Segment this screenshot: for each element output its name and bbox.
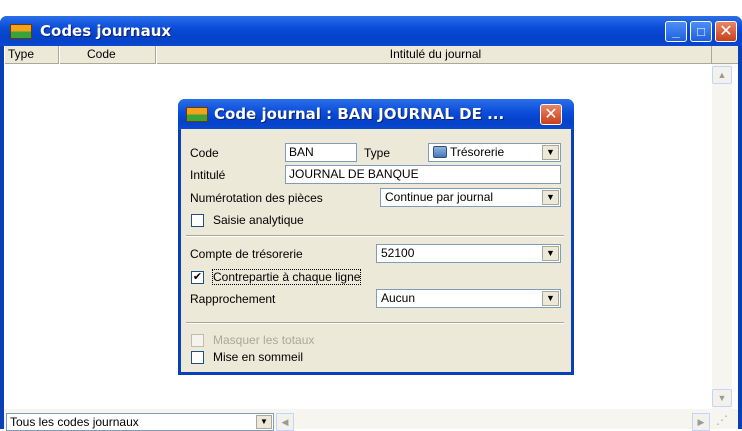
- numerotation-value: Continue par journal: [385, 190, 494, 204]
- compte-tresorerie-value: 52100: [381, 246, 415, 260]
- scroll-right-button[interactable]: ▶: [692, 413, 710, 431]
- column-header-code[interactable]: Code: [59, 46, 156, 64]
- app-icon: [10, 24, 32, 39]
- code-label: Code: [190, 146, 219, 160]
- footer-bar: Tous les codes journaux ▼ ◀ ▶ ⋰: [4, 409, 738, 431]
- type-select[interactable]: Trésorerie ▼: [428, 143, 561, 162]
- chevron-down-icon[interactable]: ▼: [542, 145, 559, 160]
- contrepartie-checkbox[interactable]: ✔: [191, 271, 204, 284]
- numerotation-label: Numérotation des pièces: [190, 191, 323, 205]
- resize-grip-icon[interactable]: ⋰: [716, 413, 734, 431]
- column-header-type[interactable]: Type: [4, 46, 59, 64]
- compte-tresorerie-select[interactable]: 52100 ▼: [376, 244, 561, 263]
- minimize-button[interactable]: _: [665, 21, 687, 42]
- dialog-close-button[interactable]: ✕: [540, 104, 562, 125]
- list-header: Type Code Intitulé du journal: [4, 46, 738, 64]
- separator: [186, 235, 564, 237]
- chevron-down-icon[interactable]: ▼: [256, 415, 272, 429]
- chevron-down-icon[interactable]: ▼: [542, 291, 559, 306]
- rapprochement-value: Aucun: [381, 291, 416, 305]
- dialog-titlebar[interactable]: Code journal : BAN JOURNAL DE ... ✕: [178, 99, 574, 129]
- separator: [186, 322, 564, 324]
- vertical-scrollbar[interactable]: ▲ ▼: [712, 64, 732, 409]
- close-button[interactable]: ✕: [715, 21, 737, 42]
- treasury-icon: [433, 146, 447, 158]
- dialog-title: Code journal : BAN JOURNAL DE ...: [214, 105, 505, 123]
- dialog-body: Code BAN Type Trésorerie ▼ Intitulé JOUR…: [181, 129, 571, 372]
- saisie-analytique-label[interactable]: Saisie analytique: [213, 213, 304, 227]
- scroll-down-button[interactable]: ▼: [712, 389, 732, 407]
- maximize-button[interactable]: □: [690, 21, 712, 42]
- code-journal-dialog: Code journal : BAN JOURNAL DE ... ✕ Code…: [178, 99, 574, 375]
- type-label: Type: [364, 146, 391, 160]
- chevron-down-icon[interactable]: ▼: [542, 190, 559, 205]
- type-select-content: Trésorerie: [433, 145, 504, 159]
- type-value: Trésorerie: [450, 145, 505, 159]
- mise-en-sommeil-label[interactable]: Mise en sommeil: [213, 350, 303, 364]
- journal-filter-value: Tous les codes journaux: [10, 415, 139, 429]
- masquer-totaux-label: Masquer les totaux: [213, 333, 315, 347]
- rapprochement-label: Rapprochement: [190, 292, 276, 306]
- journal-filter-select[interactable]: Tous les codes journaux ▼: [6, 413, 274, 431]
- intitule-label: Intitulé: [190, 168, 226, 182]
- chevron-down-icon[interactable]: ▼: [542, 246, 559, 261]
- window-title: Codes journaux: [40, 22, 172, 40]
- intitule-input[interactable]: JOURNAL DE BANQUE: [285, 165, 561, 184]
- scroll-left-button[interactable]: ◀: [276, 413, 294, 431]
- code-input[interactable]: BAN: [285, 143, 357, 162]
- masquer-totaux-checkbox: [191, 334, 204, 347]
- numerotation-select[interactable]: Continue par journal ▼: [380, 188, 561, 207]
- window-titlebar[interactable]: Codes journaux _ □ ✕: [0, 16, 742, 46]
- contrepartie-label[interactable]: Contrepartie à chaque ligne: [211, 269, 362, 285]
- mise-en-sommeil-checkbox[interactable]: [191, 351, 204, 364]
- rapprochement-select[interactable]: Aucun ▼: [376, 289, 561, 308]
- scroll-up-button[interactable]: ▲: [712, 66, 732, 84]
- compte-tresorerie-label: Compte de trésorerie: [190, 247, 303, 261]
- column-header-intitule[interactable]: Intitulé du journal: [156, 46, 712, 64]
- saisie-analytique-checkbox[interactable]: [191, 214, 204, 227]
- dialog-app-icon: [186, 107, 208, 122]
